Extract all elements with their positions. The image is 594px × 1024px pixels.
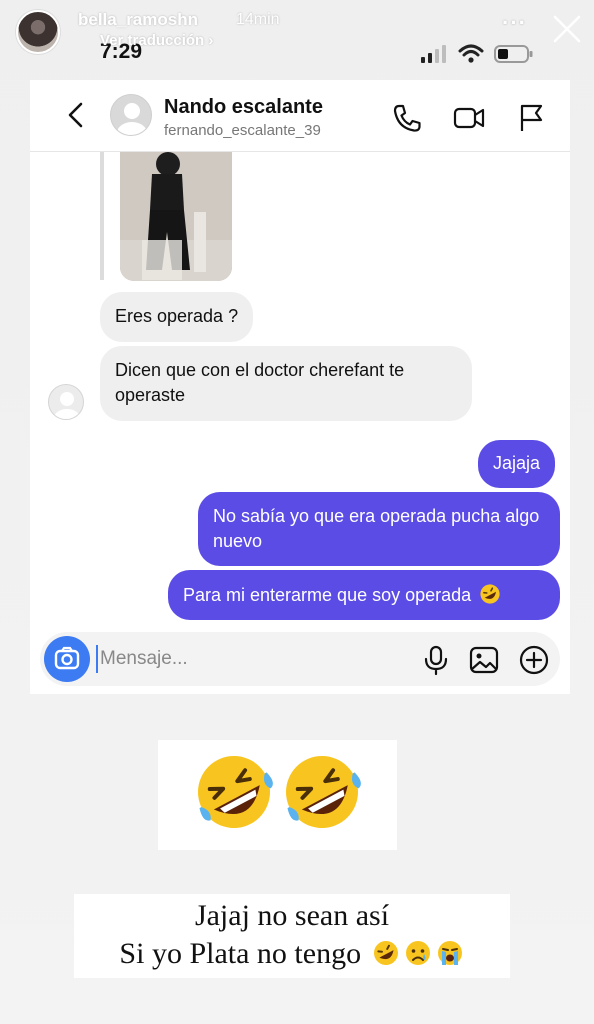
more-options-icon[interactable]: ···	[502, 10, 527, 36]
translate-link[interactable]: Ver traducción ›	[100, 32, 213, 49]
rofl-emoji	[373, 940, 398, 965]
message-bubble-outgoing[interactable]: Jajaja	[478, 440, 556, 488]
video-call-icon[interactable]	[452, 102, 486, 134]
emoji-sticker[interactable]	[158, 740, 397, 850]
story-caption[interactable]: Jajaj no sean así Si yo Plata no tengo	[74, 894, 510, 978]
default-avatar-icon	[54, 392, 80, 419]
crying-emoji	[437, 941, 462, 965]
plus-icon[interactable]	[518, 644, 550, 676]
message-input[interactable]	[96, 645, 336, 673]
camera-button[interactable]	[44, 636, 90, 682]
translate-label: Ver traducción	[100, 32, 205, 49]
message-text: Para mi enterarme que soy operada	[183, 585, 472, 605]
rofl-emoji	[198, 756, 273, 828]
dm-screenshot: Nando escalante fernando_escalante_39 Er…	[30, 80, 570, 694]
shared-photo[interactable]	[120, 152, 232, 281]
back-icon[interactable]	[64, 100, 88, 130]
camera-icon	[54, 646, 80, 670]
message-bubble-incoming[interactable]: Eres operada ?	[100, 292, 254, 342]
contact-avatar[interactable]	[110, 94, 152, 136]
close-icon[interactable]	[552, 14, 582, 44]
image-icon[interactable]	[468, 644, 500, 676]
message-bubble-incoming[interactable]: Dicen que con el doctor cherefant te ope…	[100, 346, 472, 421]
message-bubble-outgoing[interactable]: Para mi enterarme que soy operada	[168, 570, 560, 620]
contact-handle: fernando_escalante_39	[164, 122, 321, 139]
microphone-icon[interactable]	[420, 644, 452, 676]
contact-avatar-small[interactable]	[48, 384, 84, 420]
default-avatar-icon	[117, 103, 147, 135]
contact-name[interactable]: Nando escalante	[164, 96, 323, 119]
photo-thumbnail	[120, 152, 232, 281]
story-time-ago: 14min	[236, 11, 280, 28]
wifi-icon	[458, 44, 484, 63]
signal-icon	[421, 45, 446, 63]
sad-emoji	[405, 941, 430, 965]
chevron-right-icon: ›	[208, 32, 214, 49]
rofl-emoji	[286, 756, 361, 828]
reply-indicator	[100, 152, 104, 280]
status-bar-icons	[420, 42, 534, 66]
rofl-emoji	[480, 584, 500, 604]
caption-line-2: Si yo Plata no tengo	[74, 936, 510, 972]
message-text: No sabía yo que era operada pucha algo n…	[213, 506, 540, 551]
message-text: Eres operada ?	[115, 306, 239, 326]
message-text: Jajaja	[493, 453, 541, 473]
battery-icon	[494, 45, 533, 63]
caption-line-1: Jajaj no sean así	[194, 899, 390, 932]
story-username[interactable]: bella_ramoshn	[78, 10, 198, 30]
chat-header: Nando escalante fernando_escalante_39	[30, 80, 570, 152]
message-bubble-outgoing[interactable]: No sabía yo que era operada pucha algo n…	[198, 492, 560, 566]
message-composer	[40, 632, 560, 686]
flag-icon[interactable]	[514, 102, 548, 134]
phone-icon[interactable]	[390, 102, 424, 134]
caption-line-2-text: Si yo Plata no tengo	[119, 937, 362, 970]
message-text: Dicen que con el doctor cherefant te ope…	[115, 360, 405, 405]
story-avatar[interactable]	[16, 10, 60, 54]
